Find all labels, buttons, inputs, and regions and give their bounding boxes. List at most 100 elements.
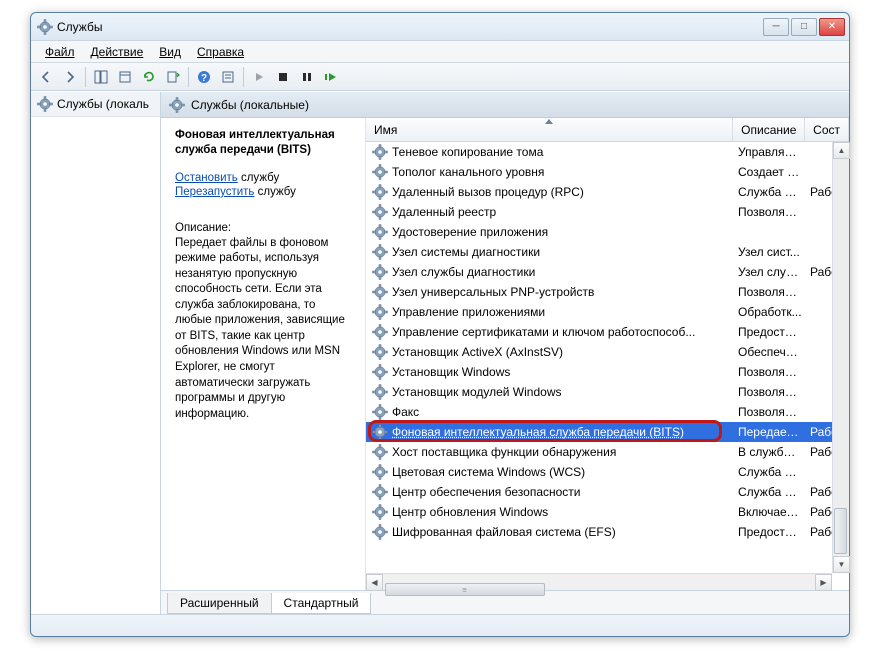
menubar: Файл Действие Вид Справка — [31, 41, 849, 63]
menu-action[interactable]: Действие — [83, 43, 152, 61]
titlebar[interactable]: Службы ─ □ ✕ — [31, 13, 849, 41]
service-desc-cell: Предостав... — [734, 325, 806, 339]
restart-service-link[interactable]: Перезапустить — [175, 186, 254, 198]
export-button[interactable] — [162, 66, 184, 88]
minimize-button[interactable]: ─ — [763, 18, 789, 36]
service-name-cell: Теневое копирование тома — [392, 145, 543, 159]
table-row[interactable]: Тополог канального уровня Создает к... — [366, 162, 849, 182]
forward-button[interactable] — [59, 66, 81, 88]
table-row[interactable]: Центр обеспечения безопасности Служба W..… — [366, 482, 849, 502]
svg-text:?: ? — [201, 73, 207, 84]
service-name-heading: Фоновая интеллектуальная служба передачи… — [175, 128, 351, 158]
service-name-cell: Управление приложениями — [392, 305, 545, 319]
menu-help[interactable]: Справка — [189, 43, 252, 61]
gear-icon — [372, 224, 388, 240]
service-name-cell: Установщик ActiveX (AxInstSV) — [392, 345, 563, 359]
help-button[interactable]: ? — [193, 66, 215, 88]
tree-root-label: Службы (локаль — [57, 97, 149, 111]
stop-service-link[interactable]: Остановить — [175, 172, 238, 184]
hscroll-thumb[interactable]: ≡ — [385, 583, 545, 596]
horizontal-scrollbar[interactable]: ◀ ≡ ▶ — [366, 573, 832, 590]
menu-view[interactable]: Вид — [151, 43, 189, 61]
table-row[interactable]: Хост поставщика функции обнаруженияВ слу… — [366, 442, 849, 462]
table-row[interactable]: Удостоверение приложения — [366, 222, 849, 242]
service-props-button[interactable] — [217, 66, 239, 88]
menu-file[interactable]: Файл — [37, 43, 83, 61]
table-row[interactable]: Узел универсальных PNP-устройств Позволяе… — [366, 282, 849, 302]
window-title: Службы — [57, 20, 763, 34]
back-button[interactable] — [35, 66, 57, 88]
properties-button[interactable] — [114, 66, 136, 88]
services-window: Службы ─ □ ✕ Файл Действие Вид Справка ? — [30, 12, 850, 637]
service-name-cell: Удостоверение приложения — [392, 225, 548, 239]
table-row[interactable]: Удаленный реестрПозволяет... — [366, 202, 849, 222]
service-name-cell: Управление сертификатами и ключом работо… — [392, 325, 695, 339]
table-row[interactable]: Теневое копирование тома Управляет... — [366, 142, 849, 162]
list-header: Имя Описание Сост — [366, 118, 849, 142]
table-row[interactable]: Управление сертификатами и ключом работо… — [366, 322, 849, 342]
table-row[interactable]: Установщик модулей WindowsПозволяет... — [366, 382, 849, 402]
stop-service-button[interactable] — [272, 66, 294, 88]
scroll-left-icon[interactable]: ◀ — [366, 574, 383, 591]
service-desc-cell: Служба W... — [734, 465, 806, 479]
table-row[interactable]: ФаксПозволяет... — [366, 402, 849, 422]
stop-service-link-row: Остановить службу — [175, 172, 351, 184]
gear-icon — [372, 384, 388, 400]
scroll-right-icon[interactable]: ▶ — [815, 574, 832, 591]
service-name-cell: Цветовая система Windows (WCS) — [392, 465, 585, 479]
left-tree-pane: Службы (локаль — [31, 92, 161, 614]
tab-extended[interactable]: Расширенный — [167, 593, 272, 614]
scroll-up-icon[interactable]: ▲ — [833, 142, 850, 159]
table-row[interactable]: Узел службы диагностикиУзел служ...Рабо — [366, 262, 849, 282]
table-row[interactable]: Цветовая система Windows (WCS) Служба W..… — [366, 462, 849, 482]
refresh-button[interactable] — [138, 66, 160, 88]
gear-icon — [372, 244, 388, 260]
column-description[interactable]: Описание — [733, 118, 805, 141]
vscroll-thumb[interactable] — [834, 508, 847, 554]
service-desc-cell: Обеспечи... — [734, 345, 806, 359]
service-name-cell: Узел универсальных PNP-устройств — [392, 285, 594, 299]
service-name-cell: Установщик Windows — [392, 365, 510, 379]
gear-icon — [372, 484, 388, 500]
service-desc-cell: Включает ... — [734, 505, 806, 519]
start-service-button[interactable] — [248, 66, 270, 88]
close-button[interactable]: ✕ — [819, 18, 845, 36]
tab-standard[interactable]: Стандартный — [271, 593, 372, 614]
gear-icon — [372, 164, 388, 180]
service-desc-cell: Служба W... — [734, 485, 806, 499]
service-desc-cell: Позволяет... — [734, 285, 806, 299]
pause-service-button[interactable] — [296, 66, 318, 88]
main-pane: Службы (локальные) Фоновая интеллектуаль… — [161, 92, 849, 614]
service-name-cell: Узел службы диагностики — [392, 265, 535, 279]
service-desc-cell: Позволяет... — [734, 365, 806, 379]
gear-icon — [372, 284, 388, 300]
table-row[interactable]: Фоновая интеллектуальная служба передачи… — [366, 422, 849, 442]
service-name-cell: Центр обновления Windows — [392, 505, 548, 519]
service-desc-cell: Создает к... — [734, 165, 806, 179]
gear-icon — [372, 404, 388, 420]
gear-icon — [372, 324, 388, 340]
service-desc-cell: Передает ... — [734, 425, 806, 439]
table-row[interactable]: Установщик ActiveX (AxInstSV) Обеспечи... — [366, 342, 849, 362]
service-name-cell: Фоновая интеллектуальная служба передачи… — [392, 425, 684, 439]
service-list: Имя Описание Сост Теневое копирование то… — [366, 118, 849, 590]
table-row[interactable]: Центр обновления WindowsВключает ...Рабо — [366, 502, 849, 522]
service-name-cell: Центр обеспечения безопасности — [392, 485, 581, 499]
maximize-button[interactable]: □ — [791, 18, 817, 36]
show-hide-tree-button[interactable] — [90, 66, 112, 88]
app-icon — [37, 19, 53, 35]
tree-root-services[interactable]: Службы (локаль — [31, 92, 160, 117]
table-row[interactable]: Узел системы диагностикиУзел сист... — [366, 242, 849, 262]
table-row[interactable]: Удаленный вызов процедур (RPC)Служба R..… — [366, 182, 849, 202]
table-row[interactable]: Управление приложениямиОбработк... — [366, 302, 849, 322]
scroll-down-icon[interactable]: ▼ — [833, 556, 850, 573]
table-row[interactable]: Шифрованная файловая система (EFS)Предос… — [366, 522, 849, 542]
column-status[interactable]: Сост — [805, 118, 849, 141]
vertical-scrollbar[interactable]: ▲ ▼ — [832, 142, 849, 573]
service-desc-cell: Управляет... — [734, 145, 806, 159]
service-name-cell: Тополог канального уровня — [392, 165, 544, 179]
gear-icon — [372, 524, 388, 540]
table-row[interactable]: Установщик Windows Позволяет... — [366, 362, 849, 382]
column-name[interactable]: Имя — [366, 118, 733, 141]
restart-service-button[interactable] — [320, 66, 342, 88]
